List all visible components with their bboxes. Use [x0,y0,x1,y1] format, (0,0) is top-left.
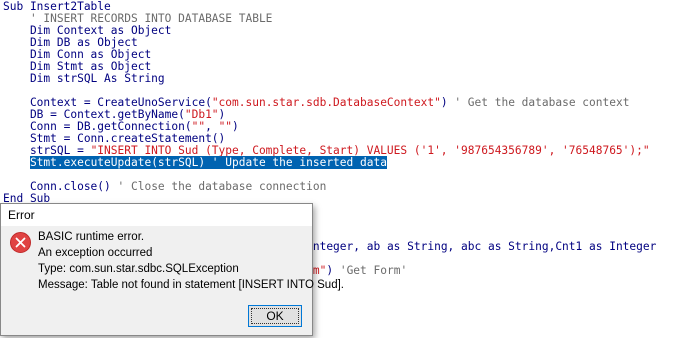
code-token: i as integer, ab as String, abc as Strin… [272,240,657,253]
code-token: ) [232,120,239,133]
error-message-line: Type: com.sun.star.sdbc.SQLException [38,263,239,275]
code-line[interactable]: i as integer, ab as String, abc as Strin… [272,241,656,253]
code-token: 'Get Form' [339,264,408,277]
error-message-line: An exception occurred [38,247,153,259]
ok-button[interactable]: OK [248,305,302,327]
error-message-line: Message: Table not found in statement [I… [38,279,344,291]
code-token: ) [440,96,455,109]
dialog-titlebar[interactable]: Error [1,204,312,226]
selected-code-text: Stmt.executeUpdate(strSQL) ' Update the … [29,156,387,169]
code-line[interactable]: Conn.close() ' Close the database connec… [3,181,326,193]
code-line[interactable]: Stmt.executeUpdate(strSQL) ' Update the … [3,156,387,169]
error-dialog: Error BASIC runtime error. An exception … [0,203,344,336]
dialog-title: Error [8,208,35,222]
code-token: ) [326,264,340,277]
ok-button-label: OK [251,308,299,324]
code-token: Dim strSQL As String [3,72,165,85]
code-line[interactable]: Dim strSQL As String [3,73,165,85]
code-token: ' Get the database context [454,96,630,109]
error-message-line: BASIC runtime error. [38,231,145,243]
error-icon [10,232,31,253]
code-token: ' Close the database connection [117,180,327,193]
code-token: "com.sun.star.sdb.DatabaseContext" [211,96,441,109]
